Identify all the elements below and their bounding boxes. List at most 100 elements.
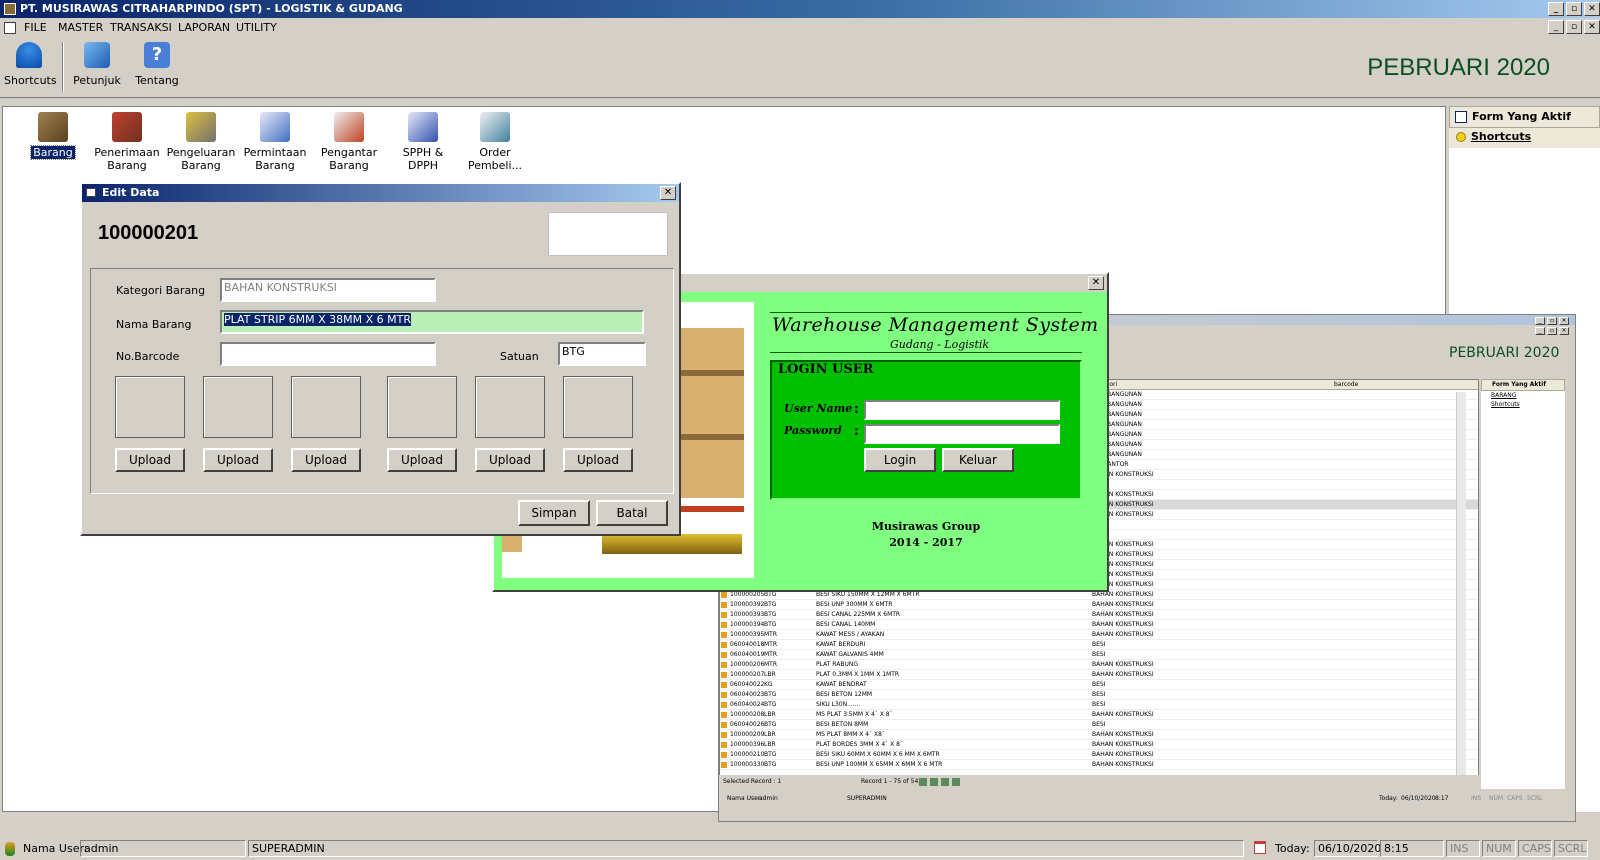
bg-nav-icons[interactable] (919, 778, 963, 786)
window-icon (86, 188, 96, 197)
bg-grid-row[interactable]: 100000330 BTG BESI UNP 100MM X 65MM X 6MM … (720, 760, 1478, 770)
row-icon (721, 602, 727, 608)
menu-master[interactable]: MASTER (58, 21, 103, 34)
photo-slot-6 (563, 376, 633, 438)
menu-laporan[interactable]: LAPORAN (178, 21, 230, 34)
upload-button-6[interactable]: Upload (563, 448, 633, 472)
desktop-pengeluaran-barang[interactable]: Pengeluaran Barang (164, 112, 238, 172)
bg-cell-kategori: BESI (1092, 701, 1106, 708)
petunjuk-button[interactable]: Petunjuk (72, 42, 122, 87)
desktop-penerimaan-barang[interactable]: Penerimaan Barang (90, 112, 164, 172)
menu-file[interactable]: FILE (24, 21, 47, 34)
upload-button-3[interactable]: Upload (291, 448, 361, 472)
bg-grid-row[interactable]: 060040022 KG KAWAT BENDRAT BESI (720, 680, 1478, 690)
caps-indicator: CAPS (1518, 840, 1552, 857)
bg-cell-unit: BTG (764, 701, 777, 708)
bg-grid-row[interactable]: 060040019 MTR KAWAT GALVANIS 4MM BESI (720, 650, 1478, 660)
row-icon (721, 662, 727, 668)
bg-child-restore-button[interactable]: ▫ (1547, 327, 1557, 335)
bg-grid-row[interactable]: 100000392 BTG BESI UNP 300MM X 6MTR BAHAN K… (720, 600, 1478, 610)
bg-cell-kategori: BAHAN KONSTRUKSI (1092, 761, 1154, 768)
bg-grid-row[interactable]: 100000207 LBR PLAT 0.3MM X 1MM X 1MTR BAHAN… (720, 670, 1478, 680)
bg-cell-name: BESI UNP 300MM X 6MTR (816, 601, 893, 608)
bg-cell-code: 100000206 (730, 661, 765, 668)
bg-cell-code: 100000207 (730, 671, 765, 678)
bg-grid-row[interactable]: 100000209 LBR MS PLAT 8MM X 4` X8` BAHAN KO… (720, 730, 1478, 740)
row-icon (721, 682, 727, 688)
satuan-field[interactable]: BTG (558, 342, 646, 366)
bg-grid-row[interactable]: 060040026 BTG BESI BETON 8MM BESI (720, 720, 1478, 730)
edit-close-button[interactable]: ✕ (660, 186, 676, 200)
bg-grid-row[interactable]: 100000210 BTG BESI SIKU 60MM X 60MM X 6 MM… (720, 750, 1478, 760)
maximize-button[interactable]: ▫ (1566, 2, 1582, 16)
bg-grid-row[interactable]: 100000393 BTG BESI CANAL 225MM X 6MTR BAHAN… (720, 610, 1478, 620)
help-icon: ? (144, 42, 170, 68)
desktop-pengantar-barang[interactable]: Pengantar Barang (312, 112, 386, 172)
row-icon (721, 612, 727, 618)
bg-restore-button[interactable]: ▫ (1547, 317, 1557, 325)
bg-cell-kategori: BAHAN KONSTRUKSI (1092, 611, 1154, 618)
bg-status-bar: Nama User: admin SUPERADMIN Today: 06/10… (727, 795, 1543, 802)
minimize-button[interactable]: _ (1548, 2, 1564, 16)
upload-button-1[interactable]: Upload (115, 448, 185, 472)
bg-grid-row[interactable]: 100000396 LBR PLAT BORDES 3MM X 4` X 8` BAH… (720, 740, 1478, 750)
bg-grid-row[interactable]: 100000395 MTR KAWAT MESS / AYAKAN BAHAN KON… (720, 630, 1478, 640)
kategori-field[interactable]: BAHAN KONSTRUKSI (220, 278, 436, 302)
bg-grid-row[interactable]: 100000394 BTG BESI CANAL 140MM BAHAN KONSTR… (720, 620, 1478, 630)
upload-button-4[interactable]: Upload (387, 448, 457, 472)
menu-transaksi[interactable]: TRANSAKSI (110, 21, 172, 34)
bg-cell-code: 100000394 (730, 621, 765, 628)
username-input[interactable] (864, 400, 1060, 420)
desktop-spph-dpph[interactable]: SPPH & DPPH (386, 112, 460, 172)
batal-button[interactable]: Batal (596, 500, 668, 526)
simpan-button[interactable]: Simpan (518, 500, 590, 526)
menu-icon[interactable] (4, 22, 16, 34)
bg-cell-code: 060040023 (730, 691, 765, 698)
desktop-permintaan-barang[interactable]: Permintaan Barang (238, 112, 312, 172)
menu-utility[interactable]: UTILITY (236, 21, 277, 34)
row-icon (721, 742, 727, 748)
bg-period-label: PEBRUARI 2020 (1449, 345, 1560, 361)
bg-min-button[interactable]: _ (1535, 317, 1545, 325)
upload-button-2[interactable]: Upload (203, 448, 273, 472)
bg-child-close-button[interactable]: ✕ (1559, 327, 1569, 335)
bg-close-button[interactable]: ✕ (1559, 317, 1569, 325)
bg-grid-scrollbar[interactable] (1456, 392, 1466, 776)
barcode-field[interactable] (220, 342, 436, 366)
upload-button-5[interactable]: Upload (475, 448, 545, 472)
login-group-label: LOGIN USER (778, 362, 874, 377)
child-restore-button[interactable]: ▫ (1566, 20, 1582, 34)
bg-cell-name: BESI BETON 12MM (816, 691, 873, 698)
nama-field[interactable]: PLAT STRIP 6MM X 38MM X 6 MTR (220, 310, 644, 334)
tentang-button[interactable]: ? Tentang (132, 42, 182, 87)
active-form-item[interactable]: Shortcuts (1449, 128, 1600, 148)
bg-grid-row[interactable]: 060040018 MTR KAWAT BERDURI BESI (720, 640, 1478, 650)
bg-grid-row[interactable]: 100000208 LBR MS PLAT 3.5MM X 4` X 8` BAHAN… (720, 710, 1478, 720)
login-button[interactable]: Login (864, 448, 936, 472)
bg-grid-row[interactable]: 060040023 BTG BESI BETON 12MM BESI (720, 690, 1478, 700)
child-minimize-button[interactable]: _ (1548, 20, 1564, 34)
bg-cell-name: MS PLAT 3.5MM X 4` X 8` (816, 711, 893, 718)
bg-cell-kategori: BESI (1092, 641, 1106, 648)
bg-panel-item-barang[interactable]: BARANG (1481, 391, 1565, 400)
row-icon (721, 672, 727, 678)
desktop-order-pembeli[interactable]: Order Pembeli... (458, 112, 532, 172)
bg-cell-name: SIKU L30N....... (816, 701, 861, 708)
user-value: admin (80, 840, 246, 857)
keluar-button[interactable]: Keluar (942, 448, 1014, 472)
edit-title-bar: Edit Data ✕ (82, 184, 679, 202)
child-close-button[interactable]: ✕ (1584, 20, 1600, 34)
bg-cell-name: BESI UNP 100MM X 65MM X 6MM X 6 MTR (816, 761, 943, 768)
bg-child-min-button[interactable]: _ (1535, 327, 1545, 335)
bg-grid-row[interactable]: 060040024 BTG SIKU L30N....... BESI (720, 700, 1478, 710)
shortcuts-button[interactable]: Shortcuts (4, 42, 57, 87)
login-close-button[interactable]: ✕ (1088, 276, 1104, 290)
bg-grid-row[interactable]: 100000206 MTR PLAT RABUNG BAHAN KONSTRUKSI (720, 660, 1478, 670)
desktop-barang[interactable]: Barang (16, 112, 90, 160)
password-input[interactable] (864, 424, 1060, 444)
close-button[interactable]: ✕ (1584, 2, 1600, 16)
edit-data-window: Edit Data ✕ 100000201 Kategori Barang BA… (80, 182, 681, 536)
bg-panel-item-shortcuts[interactable]: Shortcuts (1481, 400, 1565, 409)
toolbar-separator (62, 42, 64, 92)
order-list-icon (480, 112, 510, 142)
